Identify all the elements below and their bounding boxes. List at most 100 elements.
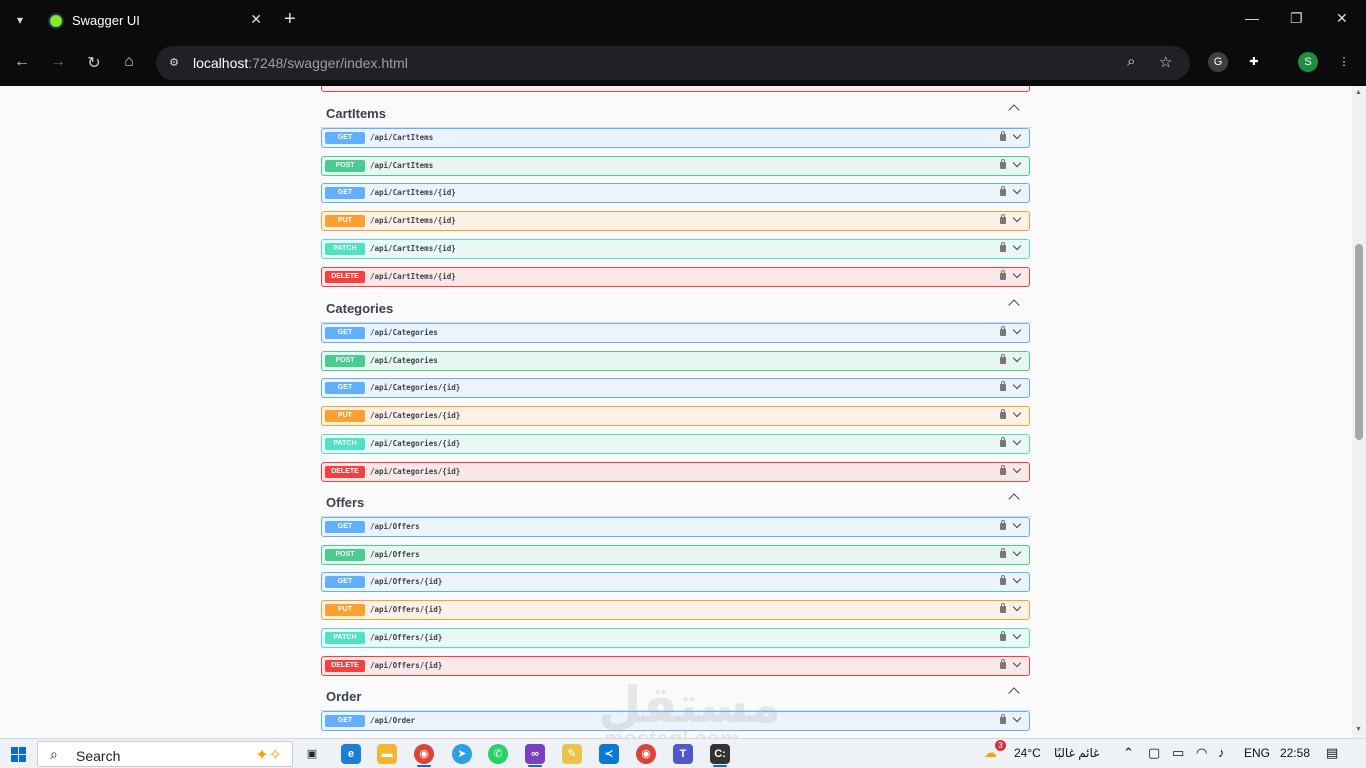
task-view-icon[interactable]: ▣ [302,744,322,764]
operation-row[interactable]: POST/api/CartItems [321,155,1030,176]
operation-row[interactable]: GET/api/Categories/{id} [321,378,1030,399]
grammarly-extension-icon[interactable]: G [1208,52,1228,72]
operation-row[interactable]: DELETE/api/Categories/{id} [321,461,1030,482]
chevron-down-icon[interactable] [1012,158,1022,167]
lock-icon[interactable] [1000,381,1006,392]
reload-icon[interactable]: ↻ [84,53,104,73]
operation-row[interactable]: PATCH/api/CartItems/{id} [321,238,1030,259]
chevron-down-icon[interactable] [1012,464,1022,473]
chevron-down-icon[interactable] [1012,602,1022,612]
lock-icon[interactable] [1000,241,1006,252]
tag-section-header[interactable]: Offers [320,483,1032,517]
lock-icon[interactable] [1000,269,1006,280]
operation-row[interactable]: GET/api/Offers [321,517,1030,537]
operation-row[interactable]: PATCH/api/Categories/{id} [321,433,1030,454]
lock-icon[interactable] [1000,603,1006,614]
operation-row[interactable]: DELETE/api/Offers/{id} [321,655,1030,676]
chrome-icon[interactable]: ◉ [414,744,434,764]
meet-icon[interactable]: ▢ [1148,745,1160,761]
chrome-profile-icon[interactable]: ◉ [636,744,656,764]
operation-row[interactable]: PUT/api/Offers/{id} [321,600,1030,621]
operation-row[interactable]: POST/api/Categories [321,350,1030,371]
operation-row[interactable]: POST/api/Offers [321,544,1030,565]
operation-row[interactable]: GET/api/Categories [321,323,1030,343]
chevron-up-icon[interactable] [1008,687,1020,699]
lock-icon[interactable] [1000,630,1006,641]
chevron-down-icon[interactable] [1012,630,1022,640]
terminal-icon[interactable]: C: [710,744,730,764]
url-text[interactable]: localhost:7248/swagger/index.html [193,55,408,71]
weather-temp[interactable]: 24°C [1014,746,1041,760]
lock-icon[interactable] [1000,326,1006,336]
battery-icon[interactable]: ▭ [1172,745,1184,761]
whatsapp-icon[interactable]: ✆ [488,744,508,764]
file-explorer-icon[interactable]: ▬ [377,744,397,764]
notifications-icon[interactable]: ▤ [1326,745,1338,761]
lock-icon[interactable] [1000,714,1006,724]
operation-row[interactable]: GET/api/CartItems [321,128,1030,148]
chevron-down-icon[interactable] [1012,408,1022,418]
lock-icon[interactable] [1000,436,1006,447]
weather-desc[interactable]: غائم غالبًا [1054,746,1099,760]
taskbar-search[interactable]: ⌕ Search ✦✧ [37,741,293,767]
operation-row[interactable]: PUT/api/Categories/{id} [321,406,1030,427]
windows-start-icon[interactable] [11,747,26,762]
lock-icon[interactable] [1000,214,1006,225]
operation-row[interactable]: PATCH/api/Offers/{id} [321,627,1030,648]
lock-icon[interactable] [1000,409,1006,420]
operation-row[interactable]: PUT/api/CartItems/{id} [321,211,1030,232]
chevron-down-icon[interactable] [1012,519,1022,529]
chevron-down-icon[interactable] [1012,130,1022,140]
tag-section-header[interactable]: CartItems [320,94,1032,128]
edge-icon[interactable]: e [341,744,361,764]
visual-studio-icon[interactable]: ∞ [525,744,545,764]
chevron-down-icon[interactable] [1012,353,1022,362]
browser-tab[interactable]: Swagger UI ✕ [38,6,270,36]
bookmark-star-icon[interactable]: ☆ [1159,53,1172,71]
lock-icon[interactable] [1000,353,1006,364]
lock-icon[interactable] [1000,575,1006,586]
clock[interactable]: 22:58 [1280,746,1310,760]
lock-icon[interactable] [1000,131,1006,141]
home-icon[interactable]: ⌂ [119,53,139,71]
menu-icon[interactable]: ⋮ [1334,52,1354,72]
tab-close-icon[interactable]: ✕ [250,11,262,28]
extensions-icon[interactable]: ✚ [1244,52,1264,72]
scroll-up-icon[interactable]: ▲ [1355,89,1362,96]
language-indicator[interactable]: ENG [1244,746,1270,760]
chevron-down-icon[interactable] [1012,713,1022,723]
operation-row[interactable]: GET/api/Offers/{id} [321,572,1030,593]
chevron-down-icon[interactable] [1012,436,1022,446]
scrollbar[interactable]: ▲ ▼ [1352,86,1366,738]
tools-app-icon[interactable]: ✎ [562,744,582,764]
wifi-icon[interactable]: ◠ [1196,745,1207,761]
lock-icon[interactable] [1000,547,1006,558]
back-icon[interactable]: ← [12,53,32,71]
scroll-thumb[interactable] [1355,244,1363,440]
volume-icon[interactable]: ♪ [1218,745,1225,760]
chevron-down-icon[interactable] [1012,575,1022,584]
chevron-down-icon[interactable] [1012,658,1022,667]
chevron-down-icon[interactable] [1012,186,1022,195]
lock-icon[interactable] [1000,186,1006,197]
scroll-down-icon[interactable]: ▼ [1355,726,1362,733]
minimize-icon[interactable]: — [1245,10,1259,26]
telegram-icon[interactable]: ➤ [452,744,472,764]
chevron-up-icon[interactable]: ⌃ [1123,745,1134,761]
tag-section-header[interactable]: Categories [320,289,1032,323]
close-window-icon[interactable]: ✕ [1336,10,1348,27]
new-tab-icon[interactable]: + [284,9,296,29]
chevron-down-icon[interactable] [1012,269,1022,278]
zoom-icon[interactable]: ⌕ [1127,53,1135,70]
operation-row[interactable]: GET/api/CartItems/{id} [321,183,1030,204]
operation-row[interactable]: DELETE/api/CartItems/{id} [321,266,1030,287]
chevron-up-icon[interactable] [1008,493,1020,505]
lock-icon[interactable] [1000,520,1006,530]
forward-icon[interactable]: → [48,53,68,71]
partial-operation-row[interactable] [321,86,1030,92]
vscode-icon[interactable]: ≺ [599,744,619,764]
chevron-down-icon[interactable] [1012,381,1022,390]
address-bar[interactable]: ⚙ localhost:7248/swagger/index.html ⌕ ☆ [156,46,1190,80]
chevron-down-icon[interactable] [1012,213,1022,223]
chevron-down-icon[interactable] [1012,241,1022,251]
